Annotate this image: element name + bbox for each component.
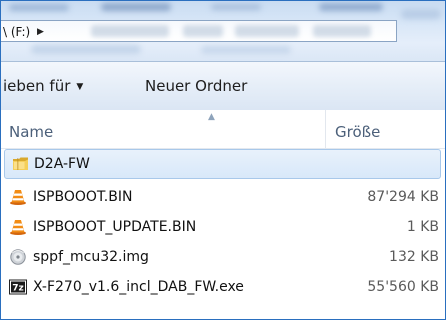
file-list: D2A-FW ISPBOOOT.BIN 87'294 KB ISPBOOOT_U…	[1, 149, 445, 319]
vlc-cone-icon	[9, 219, 27, 235]
column-header-name[interactable]: Name	[9, 122, 53, 142]
file-name: sppf_mcu32.img	[33, 249, 149, 265]
dropdown-caret-icon: ▼	[76, 82, 84, 92]
new-folder-label: Neuer Ordner	[145, 77, 248, 95]
file-size: 55'560 KB	[367, 279, 439, 295]
vlc-cone-icon	[9, 189, 27, 205]
folder-icon	[12, 156, 30, 172]
blurred-breadcrumb	[183, 25, 223, 37]
explorer-window: \ (F:) ▶ ieben für ▼ Neuer Ordner ▲ Name …	[0, 0, 446, 320]
file-size: 87'294 KB	[367, 189, 439, 205]
share-with-label: ieben für	[3, 77, 71, 95]
file-row-x-f270-exe[interactable]: 7z X-F270_v1.6_incl_DAB_FW.exe 55'560 KB	[1, 272, 445, 302]
file-row-d2a-fw[interactable]: D2A-FW	[4, 149, 441, 179]
address-input[interactable]: \ (F:) ▶	[1, 20, 397, 42]
blurred-breadcrumb	[235, 25, 299, 37]
column-divider[interactable]	[325, 110, 326, 148]
disk-image-icon	[9, 249, 27, 265]
new-folder-button[interactable]: Neuer Ordner	[145, 76, 247, 96]
column-header-size[interactable]: Größe	[335, 122, 380, 142]
file-row-ispbooot-bin[interactable]: ISPBOOOT.BIN 87'294 KB	[1, 182, 445, 212]
file-name: ISPBOOOT.BIN	[33, 189, 133, 205]
command-toolbar: ieben für ▼ Neuer Ordner	[1, 61, 445, 111]
blurred-breadcrumb	[91, 25, 169, 37]
7zip-icon: 7z	[9, 279, 27, 295]
breadcrumb-arrow-icon[interactable]: ▶	[37, 24, 44, 40]
sort-ascending-icon: ▲	[208, 112, 215, 122]
blurred-breadcrumb	[313, 25, 371, 37]
address-path: \ (F:)	[3, 25, 31, 39]
file-size: 1 KB	[406, 219, 439, 235]
file-name: X-F270_v1.6_incl_DAB_FW.exe	[33, 279, 244, 295]
share-with-button[interactable]: ieben für ▼	[3, 76, 83, 97]
file-row-sppf-mcu32-img[interactable]: sppf_mcu32.img 132 KB	[1, 242, 445, 272]
address-bar-area: \ (F:) ▶	[1, 1, 445, 61]
file-name: ISPBOOOT_UPDATE.BIN	[33, 219, 197, 235]
file-size: 132 KB	[389, 249, 439, 265]
file-row-ispbooot-update-bin[interactable]: ISPBOOOT_UPDATE.BIN 1 KB	[1, 212, 445, 242]
column-headers: ▲ Name Größe	[1, 110, 445, 149]
file-name: D2A-FW	[34, 156, 90, 172]
svg-text:7z: 7z	[12, 284, 24, 294]
